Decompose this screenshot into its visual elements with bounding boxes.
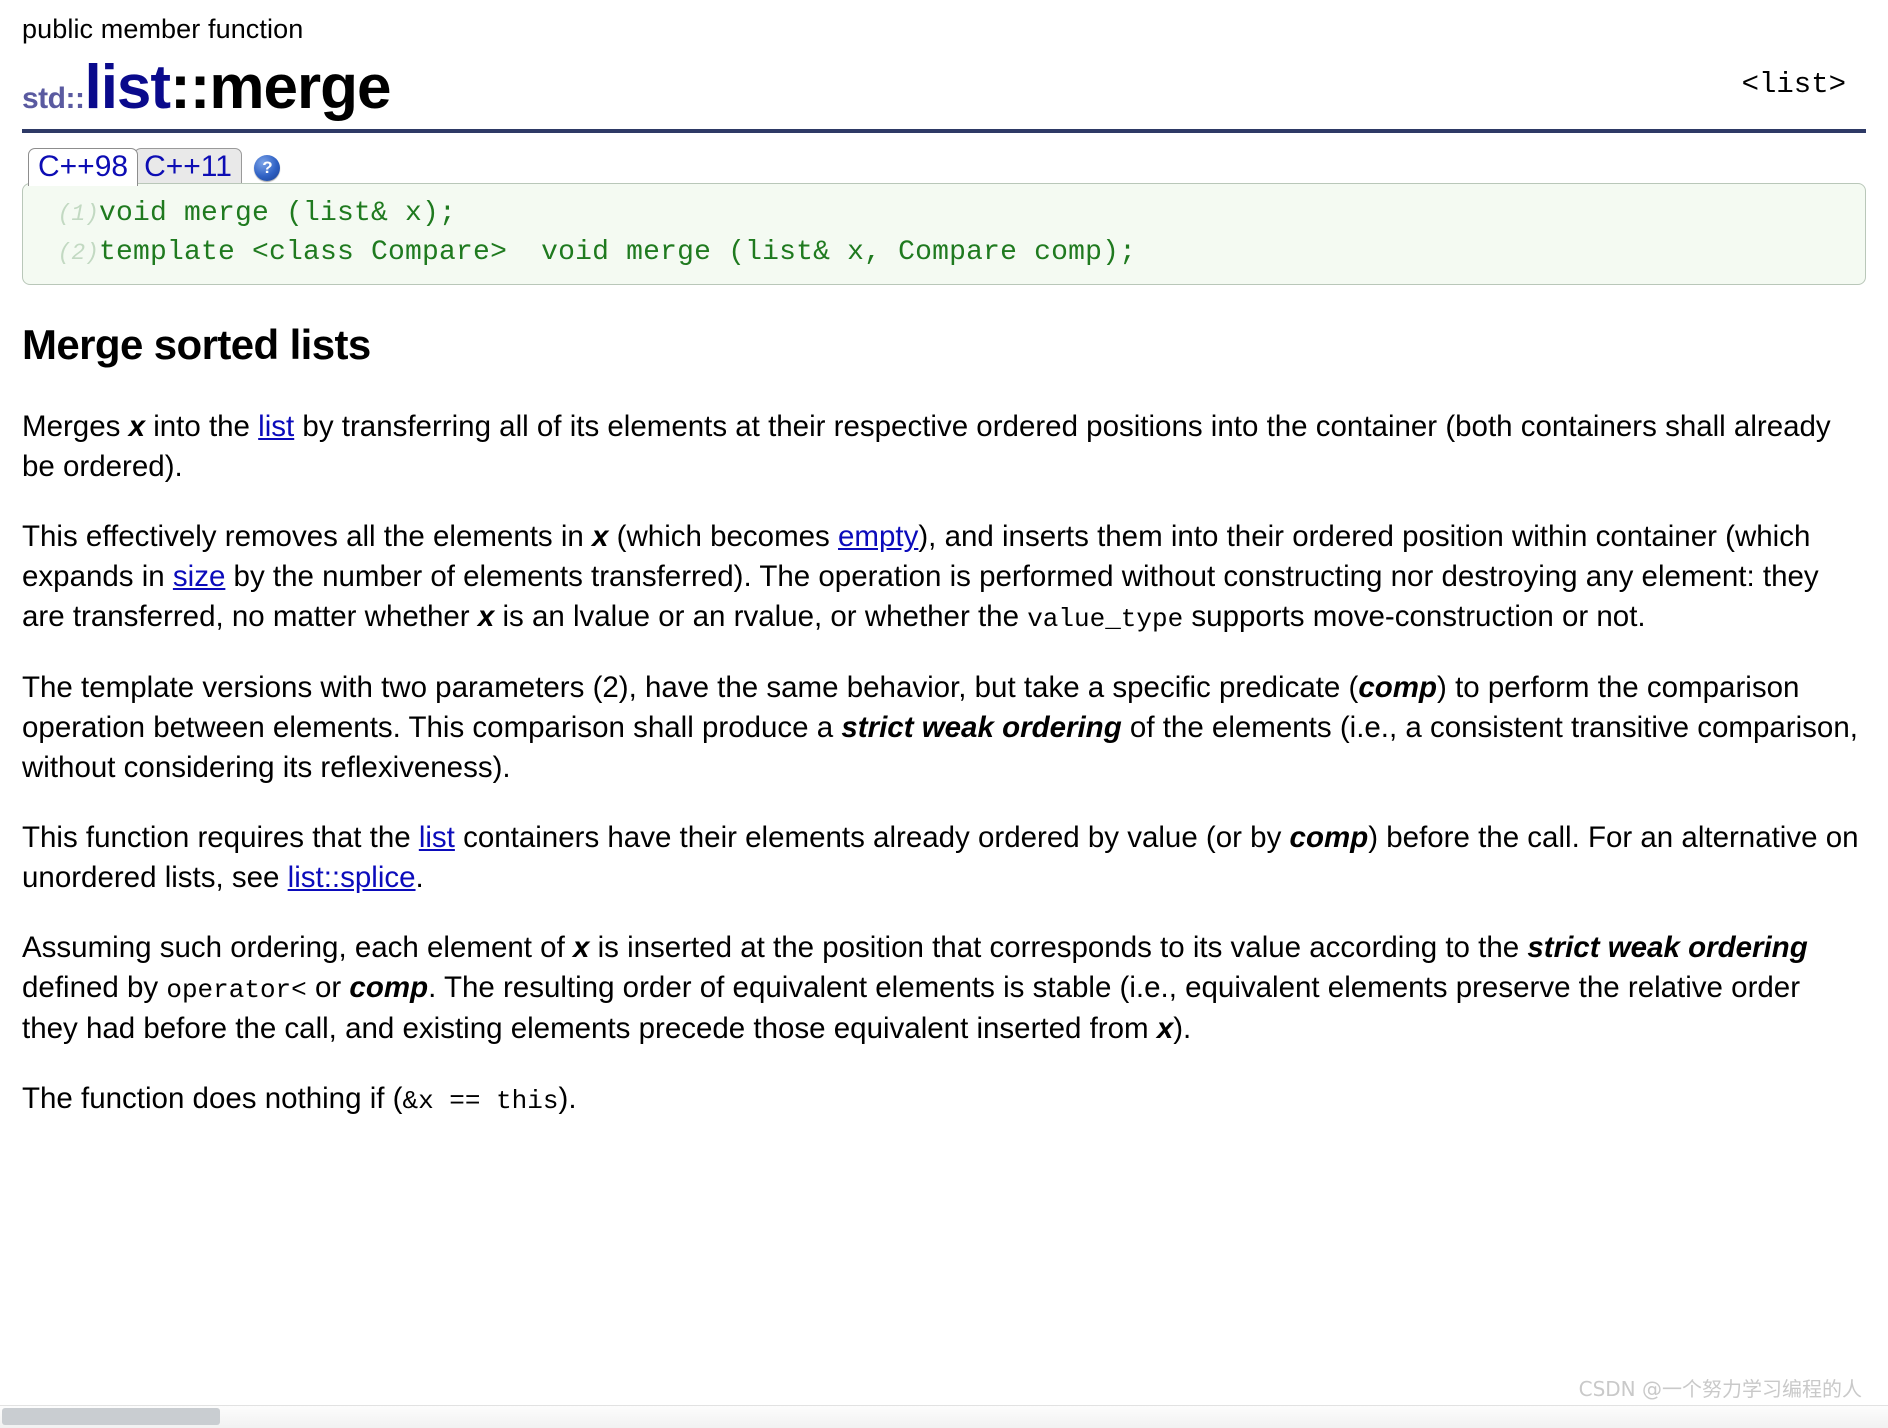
title-divider xyxy=(22,129,1866,133)
text-run: is inserted at the position that corresp… xyxy=(589,931,1528,965)
text-run: Assuming such ordering, each element of xyxy=(22,931,573,965)
title-separator: :: xyxy=(170,53,210,122)
documentation-page: public member function std::list::merge … xyxy=(0,0,1888,1428)
inline-code: value_type xyxy=(1027,604,1184,635)
emphasis-term: strict weak ordering xyxy=(1527,931,1808,965)
text-run: (which becomes xyxy=(608,520,839,554)
tab-cpp11[interactable]: C++11 xyxy=(134,148,242,186)
emphasis-term: x xyxy=(128,410,145,443)
text-run: This effectively removes all the element… xyxy=(22,520,593,554)
prototype-signature: template <class Compare> void merge (lis… xyxy=(99,237,1137,268)
emphasis-term: x xyxy=(572,931,590,965)
text-run: containers have their elements already o… xyxy=(454,821,1290,855)
text-run: The template versions with two parameter… xyxy=(22,670,1359,704)
page-title: std::list::merge xyxy=(22,57,391,119)
prototype-row: (2) template <class Compare> void merge … xyxy=(23,233,1865,272)
doc-link[interactable]: empty xyxy=(838,520,918,553)
title-function: merge xyxy=(209,53,391,122)
function-prototypes: (1) void merge (list& x); (2) template <… xyxy=(22,183,1866,285)
text-run: defined by xyxy=(22,971,167,1005)
section-heading: Merge sorted lists xyxy=(22,321,371,368)
text-run: or xyxy=(306,971,350,1005)
text-run: is an lvalue or an rvalue, or whether th… xyxy=(494,600,1028,634)
doc-link[interactable]: list xyxy=(419,821,455,854)
paragraph-p1: Merges x into the list by transferring a… xyxy=(22,407,1862,487)
doc-link[interactable]: list xyxy=(258,410,294,443)
paragraph-p2: This effectively removes all the element… xyxy=(22,517,1862,638)
title-row: std::list::merge <list> xyxy=(22,57,1866,119)
prototype-index: (1) xyxy=(57,201,99,227)
prototype-index: (2) xyxy=(57,240,99,266)
watermark: CSDN @一个努力学习编程的人 xyxy=(1578,1377,1862,1401)
paragraph-p5: Assuming such ordering, each element of … xyxy=(22,928,1862,1049)
prototype-signature: void merge (list& x); xyxy=(99,198,457,229)
text-run: supports move-construction or not. xyxy=(1183,600,1646,634)
horizontal-scrollbar[interactable] xyxy=(0,1405,1888,1428)
emphasis-term: comp xyxy=(1289,821,1369,855)
text-run: by transferring all of its elements at t… xyxy=(22,410,1831,484)
scrollbar-thumb[interactable] xyxy=(2,1408,220,1425)
tab-cpp98[interactable]: C++98 xyxy=(28,148,139,186)
text-run: . xyxy=(415,861,424,895)
text-run: Merges xyxy=(22,410,129,443)
text-run: ). xyxy=(558,1081,577,1115)
emphasis-term: x xyxy=(1156,1011,1174,1045)
header-include: <list> xyxy=(1741,68,1846,101)
title-namespace: std:: xyxy=(22,82,85,115)
emphasis-term: comp xyxy=(1358,670,1438,704)
doc-link[interactable]: list::splice xyxy=(288,861,416,894)
member-kind-label: public member function xyxy=(22,14,304,44)
paragraph-p4: This function requires that the list con… xyxy=(22,818,1862,898)
text-run: into the xyxy=(145,410,259,443)
emphasis-term: x xyxy=(477,600,495,634)
inline-code: &x == this xyxy=(402,1085,559,1116)
standard-version-tabs: C++98 C++11 ? xyxy=(22,147,1866,186)
prototype-table: (1) void merge (list& x); (2) template <… xyxy=(23,194,1865,272)
help-question-icon[interactable]: ? xyxy=(254,155,281,181)
emphasis-term: strict weak ordering xyxy=(841,710,1122,744)
prototype-row: (1) void merge (list& x); xyxy=(23,194,1865,233)
doc-link[interactable]: size xyxy=(173,560,225,593)
text-run: The function does nothing if ( xyxy=(22,1081,403,1115)
text-run: This function requires that the xyxy=(22,821,419,855)
emphasis-term: x xyxy=(592,520,609,554)
inline-code: operator< xyxy=(166,975,307,1006)
paragraph-p3: The template versions with two parameter… xyxy=(22,668,1862,788)
title-class: list xyxy=(84,53,171,122)
emphasis-term: comp xyxy=(349,971,429,1005)
paragraph-p6: The function does nothing if (&x == this… xyxy=(22,1079,1862,1119)
description-body: Merges x into the list by transferring a… xyxy=(22,407,1866,1119)
text-run: ). xyxy=(1173,1011,1192,1045)
